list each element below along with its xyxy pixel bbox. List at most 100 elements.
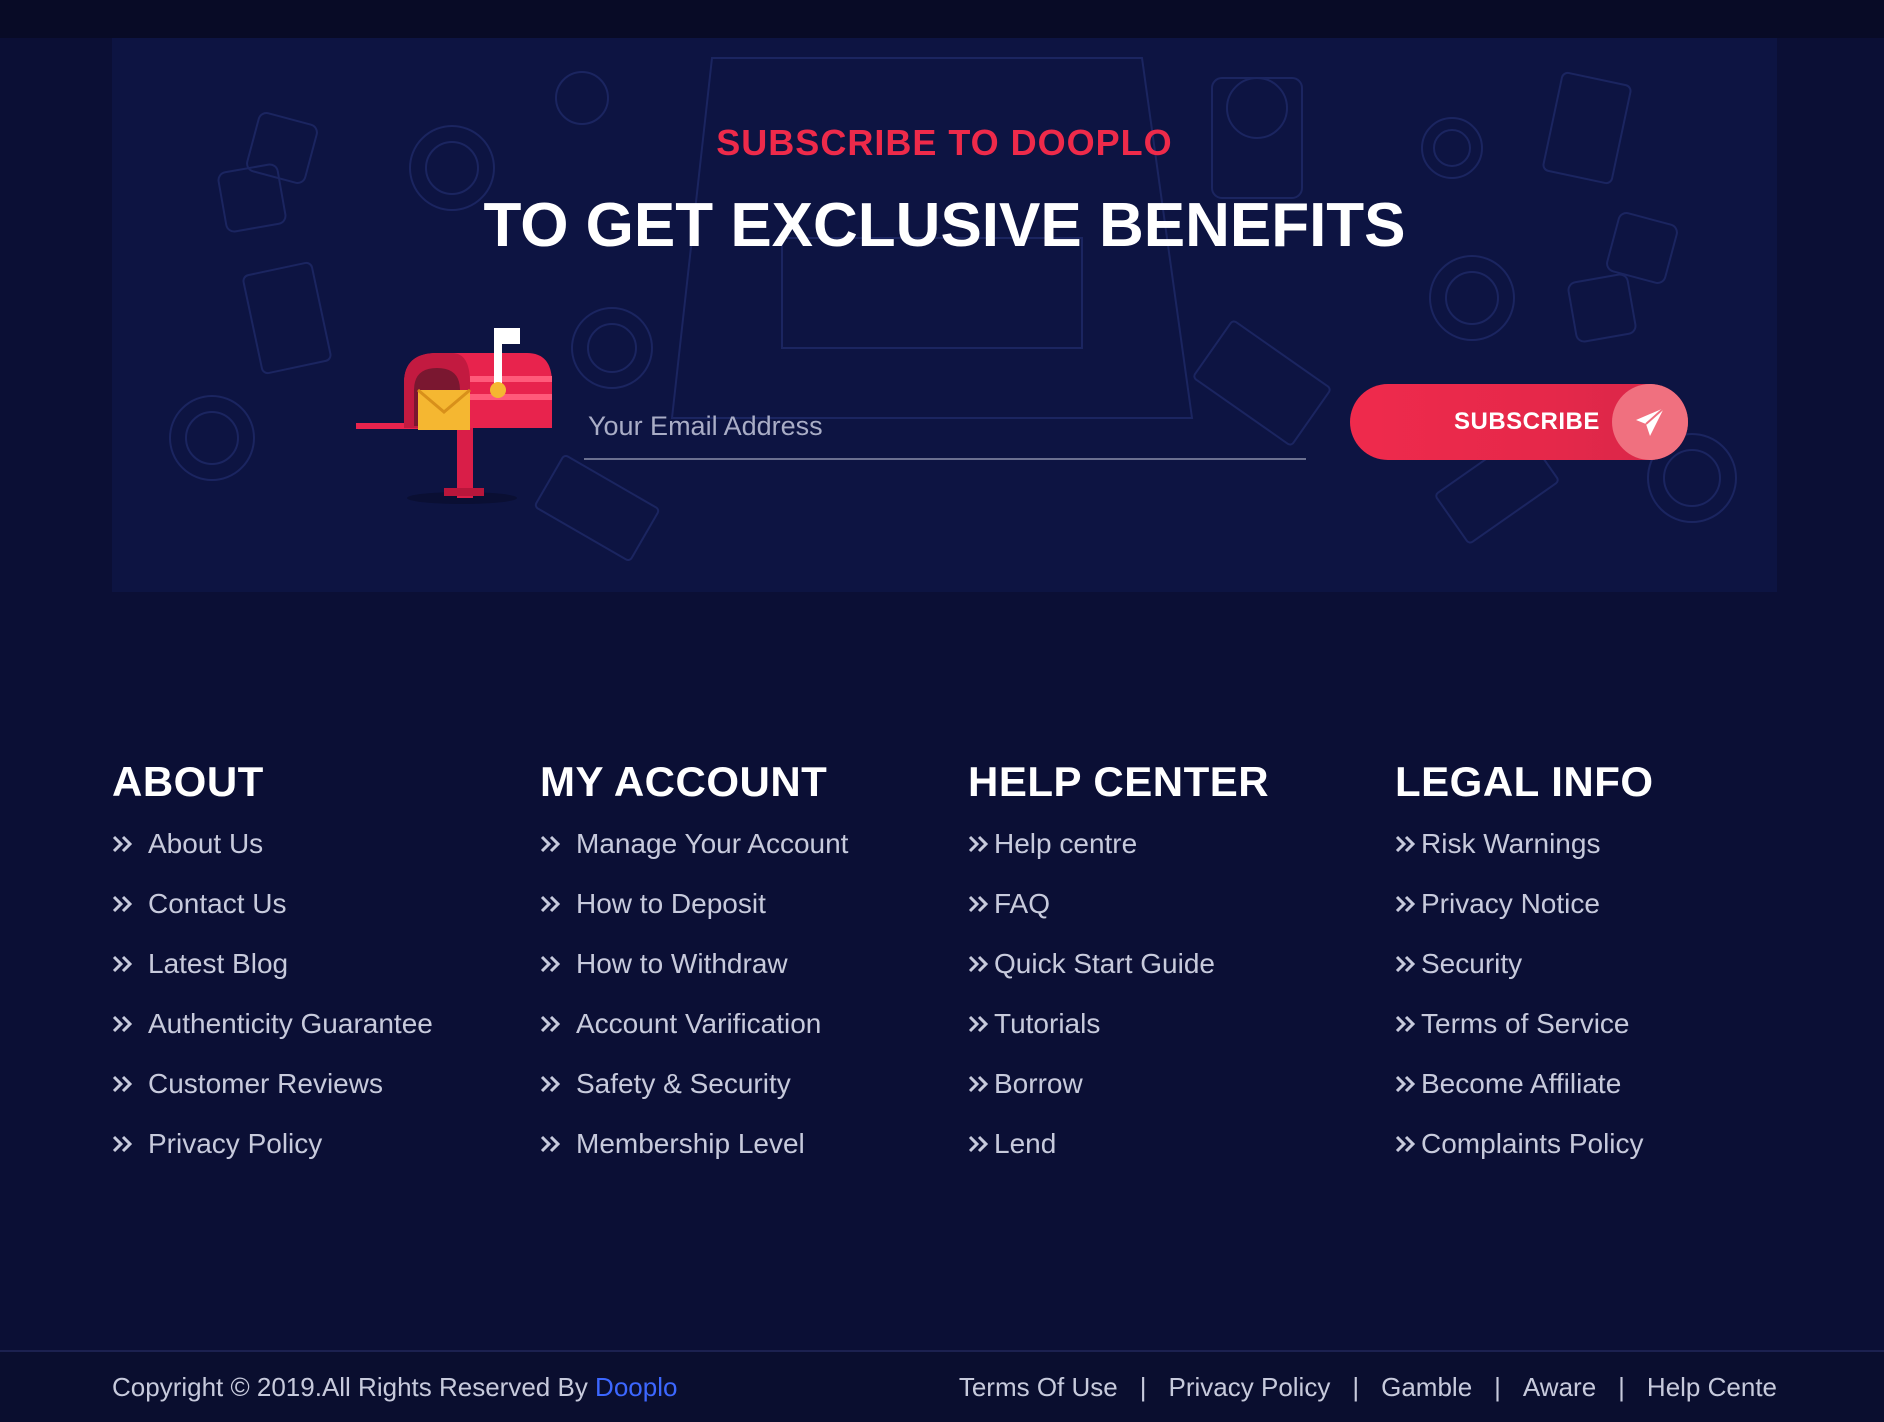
- footer-heading-help-center: HELP CENTER: [968, 758, 1270, 805]
- footer-link-item[interactable]: Customer Reviews: [112, 1054, 433, 1114]
- bottom-links: Terms Of Use | Privacy Policy | Gamble |…: [959, 1372, 1777, 1403]
- footer-links-legal-info: Risk Warnings Privacy Notice Security Te…: [1395, 814, 1644, 1174]
- footer-link-item[interactable]: Become Affiliate: [1395, 1054, 1644, 1114]
- subscribe-button-label: SUBSCRIBE: [1454, 408, 1600, 435]
- double-chevron-right-icon: [112, 835, 133, 853]
- footer-link-item[interactable]: Privacy Notice: [1395, 874, 1644, 934]
- footer-link-how-to-withdraw[interactable]: How to Withdraw: [576, 948, 788, 980]
- double-chevron-right-icon: [1395, 1135, 1416, 1153]
- footer-link-customer-reviews[interactable]: Customer Reviews: [148, 1068, 383, 1100]
- footer-column-help-center: HELP CENTER Help centre FAQ Quick Start …: [968, 758, 1388, 1159]
- mailbox-icon: [356, 328, 552, 504]
- double-chevron-right-icon: [968, 835, 989, 853]
- subscribe-button[interactable]: SUBSCRIBE: [1350, 384, 1688, 460]
- double-chevron-right-icon: [112, 1075, 133, 1093]
- footer-link-how-to-deposit[interactable]: How to Deposit: [576, 888, 766, 920]
- bottom-bar: Copyright © 2019.All Rights Reserved By …: [0, 1350, 1884, 1422]
- footer-link-about-us[interactable]: About Us: [148, 828, 263, 860]
- email-field[interactable]: [584, 394, 1306, 460]
- footer-link-become-affiliate[interactable]: Become Affiliate: [1421, 1068, 1621, 1100]
- footer-link-latest-blog[interactable]: Latest Blog: [148, 948, 288, 980]
- footer-link-manage-account[interactable]: Manage Your Account: [576, 828, 848, 860]
- footer-link-item[interactable]: Safety & Security: [540, 1054, 848, 1114]
- footer-link-item[interactable]: Security: [1395, 934, 1644, 994]
- footer-link-privacy-notice[interactable]: Privacy Notice: [1421, 888, 1600, 920]
- double-chevron-right-icon: [540, 1135, 561, 1153]
- double-chevron-right-icon: [112, 895, 133, 913]
- double-chevron-right-icon: [968, 955, 989, 973]
- double-chevron-right-icon: [112, 1135, 133, 1153]
- footer-link-help-centre[interactable]: Help centre: [994, 828, 1137, 860]
- footer-link-item[interactable]: How to Deposit: [540, 874, 848, 934]
- footer-link-item[interactable]: Risk Warnings: [1395, 814, 1644, 874]
- footer-column-legal-info: LEGAL INFO Risk Warnings Privacy Notice …: [1395, 758, 1815, 1159]
- footer-link-contact-us[interactable]: Contact Us: [148, 888, 287, 920]
- footer-link-item[interactable]: Tutorials: [968, 994, 1215, 1054]
- double-chevron-right-icon: [112, 1015, 133, 1033]
- footer-heading-my-account: MY ACCOUNT: [540, 758, 828, 805]
- footer-link-privacy-policy[interactable]: Privacy Policy: [148, 1128, 322, 1160]
- bottom-link-gamble[interactable]: Gamble: [1381, 1372, 1472, 1403]
- footer-link-item[interactable]: Complaints Policy: [1395, 1114, 1644, 1174]
- brand-link[interactable]: Dooplo: [595, 1372, 677, 1402]
- footer-link-item[interactable]: Membership Level: [540, 1114, 848, 1174]
- footer-link-tutorials[interactable]: Tutorials: [994, 1008, 1100, 1040]
- footer-column-about: ABOUT About Us Contact Us Latest Blog Au…: [112, 758, 532, 1159]
- footer-link-risk-warnings[interactable]: Risk Warnings: [1421, 828, 1600, 860]
- footer-link-item[interactable]: Lend: [968, 1114, 1215, 1174]
- double-chevron-right-icon: [968, 1015, 989, 1033]
- footer-link-borrow[interactable]: Borrow: [994, 1068, 1083, 1100]
- footer-heading-about: ABOUT: [112, 758, 264, 805]
- double-chevron-right-icon: [968, 1075, 989, 1093]
- footer-link-item[interactable]: Contact Us: [112, 874, 433, 934]
- link-separator: |: [1139, 1372, 1147, 1402]
- footer-heading-legal-info: LEGAL INFO: [1395, 758, 1654, 805]
- footer-link-item[interactable]: Authenticity Guarantee: [112, 994, 433, 1054]
- footer-link-item[interactable]: Quick Start Guide: [968, 934, 1215, 994]
- footer-link-item[interactable]: Borrow: [968, 1054, 1215, 1114]
- double-chevron-right-icon: [968, 895, 989, 913]
- bottom-link-aware[interactable]: Aware: [1523, 1372, 1596, 1403]
- footer-link-item[interactable]: Manage Your Account: [540, 814, 848, 874]
- double-chevron-right-icon: [1395, 895, 1416, 913]
- subscribe-title: TO GET EXCLUSIVE BENEFITS: [483, 191, 1406, 260]
- double-chevron-right-icon: [540, 1015, 561, 1033]
- double-chevron-right-icon: [1395, 955, 1416, 973]
- footer-link-safety-security[interactable]: Safety & Security: [576, 1068, 791, 1100]
- footer-links-about: About Us Contact Us Latest Blog Authenti…: [112, 814, 433, 1174]
- footer-link-complaints-policy[interactable]: Complaints Policy: [1421, 1128, 1644, 1160]
- footer-link-item[interactable]: Account Varification: [540, 994, 848, 1054]
- footer-link-item[interactable]: FAQ: [968, 874, 1215, 934]
- top-band: [0, 0, 1884, 38]
- double-chevron-right-icon: [1395, 1015, 1416, 1033]
- footer-links-my-account: Manage Your Account How to Deposit How t…: [540, 814, 848, 1174]
- footer-link-item[interactable]: How to Withdraw: [540, 934, 848, 994]
- footer-link-lend[interactable]: Lend: [994, 1128, 1056, 1160]
- footer-link-item[interactable]: About Us: [112, 814, 433, 874]
- double-chevron-right-icon: [968, 1135, 989, 1153]
- paper-plane-icon: [1612, 384, 1688, 460]
- footer-link-item[interactable]: Help centre: [968, 814, 1215, 874]
- footer-link-authenticity-guarantee[interactable]: Authenticity Guarantee: [148, 1008, 433, 1040]
- footer-link-item[interactable]: Terms of Service: [1395, 994, 1644, 1054]
- footer-link-quick-start-guide[interactable]: Quick Start Guide: [994, 948, 1215, 980]
- footer-link-item[interactable]: Latest Blog: [112, 934, 433, 994]
- bottom-link-privacy-policy[interactable]: Privacy Policy: [1169, 1372, 1331, 1403]
- double-chevron-right-icon: [540, 1075, 561, 1093]
- copyright: Copyright © 2019.All Rights Reserved By …: [112, 1372, 677, 1403]
- bottom-link-help-centre[interactable]: Help Cente: [1647, 1372, 1777, 1403]
- double-chevron-right-icon: [1395, 835, 1416, 853]
- double-chevron-right-icon: [1395, 1075, 1416, 1093]
- footer-link-item[interactable]: Privacy Policy: [112, 1114, 433, 1174]
- footer-link-security[interactable]: Security: [1421, 948, 1522, 980]
- link-separator: |: [1494, 1372, 1501, 1402]
- footer-links-help-center: Help centre FAQ Quick Start Guide Tutori…: [968, 814, 1215, 1174]
- footer-link-membership-level[interactable]: Membership Level: [576, 1128, 805, 1160]
- footer-link-account-verification[interactable]: Account Varification: [576, 1008, 821, 1040]
- subscribe-kicker: SUBSCRIBE TO DOOPLO: [716, 122, 1173, 163]
- footer-link-terms-of-service[interactable]: Terms of Service: [1421, 1008, 1630, 1040]
- footer-link-faq[interactable]: FAQ: [994, 888, 1050, 920]
- footer-column-my-account: MY ACCOUNT Manage Your Account How to De…: [540, 758, 960, 1159]
- link-separator: |: [1618, 1372, 1625, 1402]
- bottom-link-terms-of-use[interactable]: Terms Of Use: [959, 1372, 1118, 1403]
